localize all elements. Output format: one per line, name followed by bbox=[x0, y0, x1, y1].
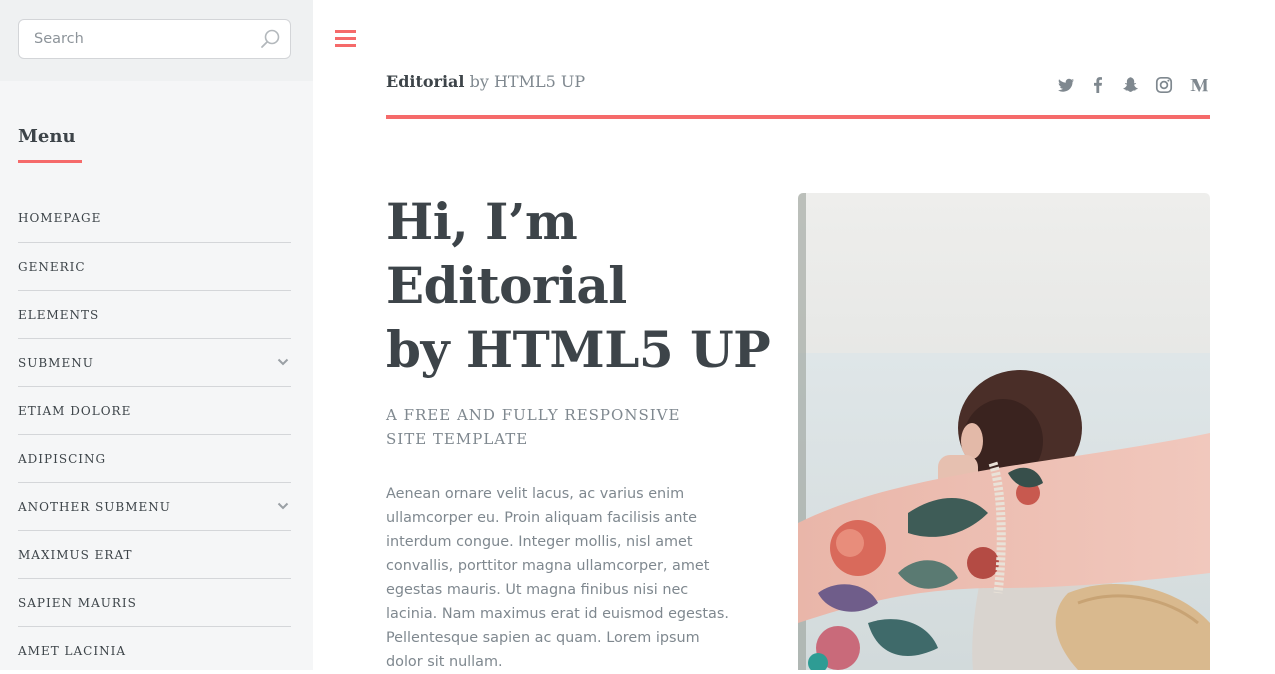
sidebar-item-etiam-dolore[interactable]: ETIAM DOLORE bbox=[18, 386, 291, 434]
sidebar-item-label: SUBMENU bbox=[18, 355, 94, 370]
instagram-icon[interactable] bbox=[1154, 75, 1174, 95]
hero-subtitle: A FREE AND FULLY RESPONSIVE SITE TEMPLAT… bbox=[386, 406, 681, 448]
snapchat-icon[interactable] bbox=[1120, 75, 1140, 95]
hero-title: Hi, I’m Editorial by HTML5 UP bbox=[386, 190, 771, 382]
sidebar-item-homepage[interactable]: HOMEPAGE bbox=[18, 194, 291, 242]
hero-title-line: by HTML5 UP bbox=[386, 320, 771, 379]
search-section bbox=[0, 0, 313, 81]
sidebar-item-label: MAXIMUS ERAT bbox=[18, 547, 133, 562]
chevron-down-icon[interactable] bbox=[277, 356, 289, 368]
sidebar-item-label: AMET LACINIA bbox=[18, 643, 126, 658]
sidebar-item-elements[interactable]: ELEMENTS bbox=[18, 290, 291, 338]
sidebar-item-label: GENERIC bbox=[18, 259, 86, 274]
hero-title-line: Hi, I’m bbox=[386, 192, 578, 251]
sidebar-item-generic[interactable]: GENERIC bbox=[18, 242, 291, 290]
menu-heading: Menu bbox=[18, 126, 76, 147]
menu-heading-underline bbox=[18, 160, 82, 163]
header-divider bbox=[386, 115, 1210, 119]
sidebar-item-amet-lacinia[interactable]: AMET LACINIA bbox=[18, 626, 291, 674]
hero-body-text: Aenean ornare velit lacus, ac varius eni… bbox=[386, 486, 729, 670]
brand-name: Editorial bbox=[386, 72, 465, 91]
sidebar-item-label: ADIPISCING bbox=[18, 451, 107, 466]
sidebar: Menu HOMEPAGE GENERIC ELEMENTS SUBMENU E… bbox=[0, 0, 313, 670]
search-box[interactable] bbox=[18, 19, 291, 59]
search-icon[interactable] bbox=[259, 28, 281, 50]
sidebar-menu: HOMEPAGE GENERIC ELEMENTS SUBMENU ETIAM … bbox=[18, 194, 291, 674]
chevron-down-icon[interactable] bbox=[277, 500, 289, 512]
sidebar-item-maximus-erat[interactable]: MAXIMUS ERAT bbox=[18, 530, 291, 578]
twitter-icon[interactable] bbox=[1056, 75, 1076, 95]
sidebar-item-label: ETIAM DOLORE bbox=[18, 403, 132, 418]
medium-icon[interactable] bbox=[1189, 75, 1209, 95]
sidebar-item-another-submenu[interactable]: ANOTHER SUBMENU bbox=[18, 482, 291, 530]
sidebar-item-sapien-mauris[interactable]: SAPIEN MAURIS bbox=[18, 578, 291, 626]
site-logo[interactable]: Editorial by HTML5 UP bbox=[386, 72, 585, 91]
search-input[interactable] bbox=[19, 20, 249, 58]
sidebar-item-label: ANOTHER SUBMENU bbox=[18, 499, 171, 514]
sidebar-item-adipiscing[interactable]: ADIPISCING bbox=[18, 434, 291, 482]
hero-image bbox=[798, 193, 1210, 670]
sidebar-item-label: SAPIEN MAURIS bbox=[18, 595, 137, 610]
menu-toggle-icon[interactable] bbox=[334, 28, 358, 50]
facebook-icon[interactable] bbox=[1088, 75, 1108, 95]
sidebar-item-submenu[interactable]: SUBMENU bbox=[18, 338, 291, 386]
brand-byline: by HTML5 UP bbox=[464, 72, 586, 91]
sidebar-item-label: ELEMENTS bbox=[18, 307, 100, 322]
hero-title-line: Editorial bbox=[386, 256, 627, 315]
sidebar-item-label: HOMEPAGE bbox=[18, 211, 102, 225]
